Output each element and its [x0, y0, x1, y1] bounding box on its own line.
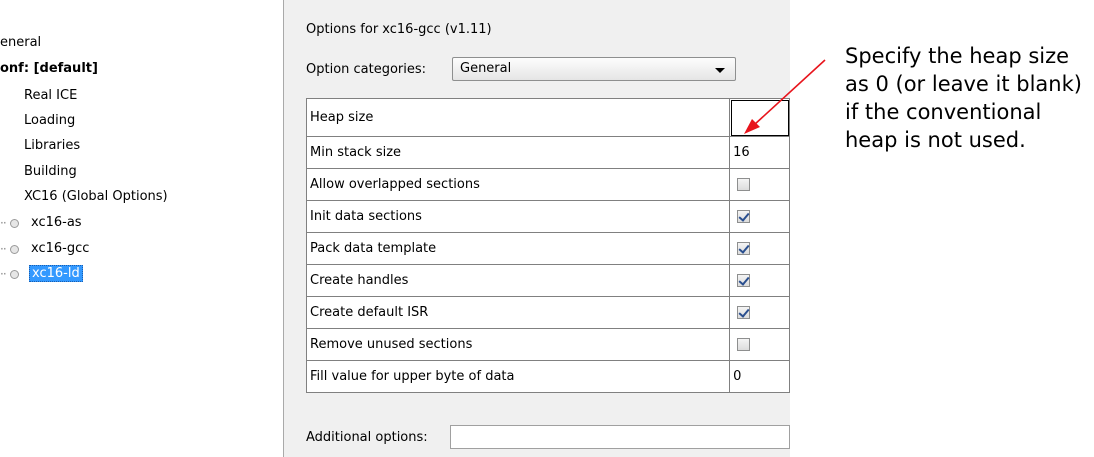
tree-item-xc16-gcc[interactable]: ·· xc16-gcc [0, 240, 89, 258]
pack-data-checkbox[interactable] [737, 242, 751, 255]
additional-options-input[interactable] [450, 425, 790, 449]
tree-item-label: xc16-as [31, 215, 82, 230]
option-categories-value: General [460, 61, 512, 76]
table-row: Create default ISR [305, 296, 790, 329]
project-tree: eneral onf: [default] Real ICE Loading L… [0, 0, 284, 457]
create-default-isr-checkbox[interactable] [737, 306, 751, 319]
tree-item-xc16-global[interactable]: XC16 (Global Options) [24, 188, 168, 206]
options-panel: Options for xc16-gcc (v1.11) Option cate… [284, 0, 790, 457]
table-row: Pack data template [305, 232, 790, 265]
tree-item-label: xc16-gcc [31, 241, 90, 256]
tree-item-label-selected: xc16-ld [29, 265, 83, 282]
table-row: Init data sections [305, 200, 790, 233]
tree-item-general[interactable]: eneral [0, 34, 41, 52]
checkbox-cell [729, 232, 790, 265]
annotation-arrow [744, 59, 826, 134]
tree-item-building[interactable]: Building [24, 163, 77, 181]
fill-value-input[interactable]: 0 [729, 360, 790, 393]
option-name: Create default ISR [305, 296, 731, 329]
table-row: Allow overlapped sections [305, 168, 790, 201]
table-row: Fill value for upper byte of data 0 [305, 360, 790, 393]
tree-item-label: Libraries [24, 138, 81, 153]
tree-item-loading[interactable]: Loading [24, 112, 75, 130]
annotation-text: Specify the heap size as 0 (or leave it … [845, 44, 1082, 152]
option-name: Init data sections [305, 200, 731, 233]
checkbox-cell [729, 296, 790, 329]
option-name: Heap size [305, 98, 731, 137]
table-row: Heap size [305, 98, 790, 137]
init-data-checkbox[interactable] [737, 210, 751, 223]
tree-item-label: Real ICE [24, 88, 78, 103]
option-name: Allow overlapped sections [305, 168, 731, 201]
checkbox-cell [729, 168, 790, 201]
tree-node-icon: ·· [0, 265, 22, 283]
table-row: Min stack size 16 [305, 136, 790, 169]
option-name: Remove unused sections [305, 328, 731, 361]
checkbox-cell [729, 328, 790, 361]
table-row: Remove unused sections [305, 328, 790, 361]
tree-item-label: eneral [0, 35, 42, 50]
arrow-line [753, 59, 826, 126]
option-name: Min stack size [305, 136, 731, 169]
chevron-down-icon [715, 68, 725, 73]
remove-unused-checkbox[interactable] [737, 338, 751, 351]
options-table: Heap size Min stack size 16 Allow overla… [305, 98, 790, 393]
allow-overlapped-checkbox[interactable] [737, 178, 751, 191]
options-title: Options for xc16-gcc (v1.11) [306, 22, 492, 37]
tree-node-icon: ·· [0, 240, 22, 258]
option-categories-dropdown[interactable]: General [452, 57, 736, 81]
option-categories-label: Option categories: [306, 62, 427, 77]
table-row: Create handles [305, 264, 790, 297]
tree-item-xc16-ld[interactable]: ·· xc16-ld [0, 265, 83, 283]
tree-item-label: Building [24, 164, 77, 179]
additional-options-label: Additional options: [306, 430, 428, 445]
checkbox-cell [729, 200, 790, 233]
create-handles-checkbox[interactable] [737, 274, 751, 287]
tree-item-xc16-as[interactable]: ·· xc16-as [0, 214, 82, 232]
tree-item-real-ice[interactable]: Real ICE [24, 87, 77, 105]
option-name: Create handles [305, 264, 731, 297]
tree-item-label: XC16 (Global Options) [24, 189, 168, 204]
tree-item-label: Loading [24, 113, 76, 128]
tree-node-icon: ·· [0, 214, 22, 232]
option-name: Pack data template [305, 232, 731, 265]
tree-item-conf-default[interactable]: onf: [default] [0, 60, 98, 78]
checkbox-cell [729, 264, 790, 297]
tree-item-label: onf: [default] [0, 61, 98, 76]
tree-item-libraries[interactable]: Libraries [24, 137, 80, 155]
option-name: Fill value for upper byte of data [305, 360, 731, 393]
